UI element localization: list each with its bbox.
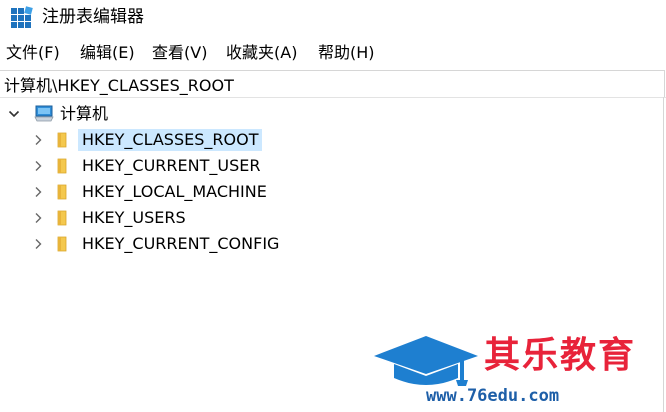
menu-file[interactable]: 文件(F) [6, 42, 60, 64]
address-bar [0, 70, 665, 98]
tree-node-label: HKEY_CLASSES_ROOT [78, 129, 263, 151]
menu-help[interactable]: 帮助(H) [318, 42, 375, 64]
tree-node-label: HKEY_CURRENT_USER [82, 156, 261, 175]
folder-icon [57, 184, 67, 200]
computer-icon [34, 105, 54, 122]
tree-node-label: HKEY_USERS [82, 208, 186, 227]
chevron-right-icon[interactable] [32, 134, 44, 146]
watermark-url: www.76edu.com [426, 386, 560, 406]
chevron-right-icon[interactable] [32, 212, 44, 224]
chevron-right-icon[interactable] [32, 160, 44, 172]
folder-icon [57, 158, 67, 174]
window-title: 注册表编辑器 [42, 7, 144, 27]
watermark: 其乐教育 www.76edu.com [366, 330, 666, 412]
tree-node-label: HKEY_CURRENT_CONFIG [82, 234, 280, 253]
tree-node-label: HKEY_LOCAL_MACHINE [82, 182, 267, 201]
folder-icon [57, 132, 67, 148]
registry-editor-icon [11, 6, 33, 28]
graduation-cap-icon [374, 336, 478, 386]
chevron-down-icon[interactable] [8, 108, 20, 120]
registry-editor-window: 注册表编辑器 文件(F) 编辑(E) 查看(V) 收藏夹(A) 帮助(H) 计算… [0, 0, 666, 412]
menu-favorites[interactable]: 收藏夹(A) [226, 42, 297, 64]
folder-icon [57, 236, 67, 252]
menu-edit[interactable]: 编辑(E) [80, 42, 135, 64]
menu-view[interactable]: 查看(V) [152, 42, 207, 64]
folder-icon [57, 210, 67, 226]
chevron-right-icon[interactable] [32, 238, 44, 250]
address-input[interactable] [0, 73, 654, 95]
watermark-brand: 其乐教育 [484, 335, 637, 376]
tree-node-label: 计算机 [60, 104, 109, 123]
chevron-right-icon[interactable] [32, 186, 44, 198]
title-bar: 注册表编辑器 [0, 0, 666, 36]
